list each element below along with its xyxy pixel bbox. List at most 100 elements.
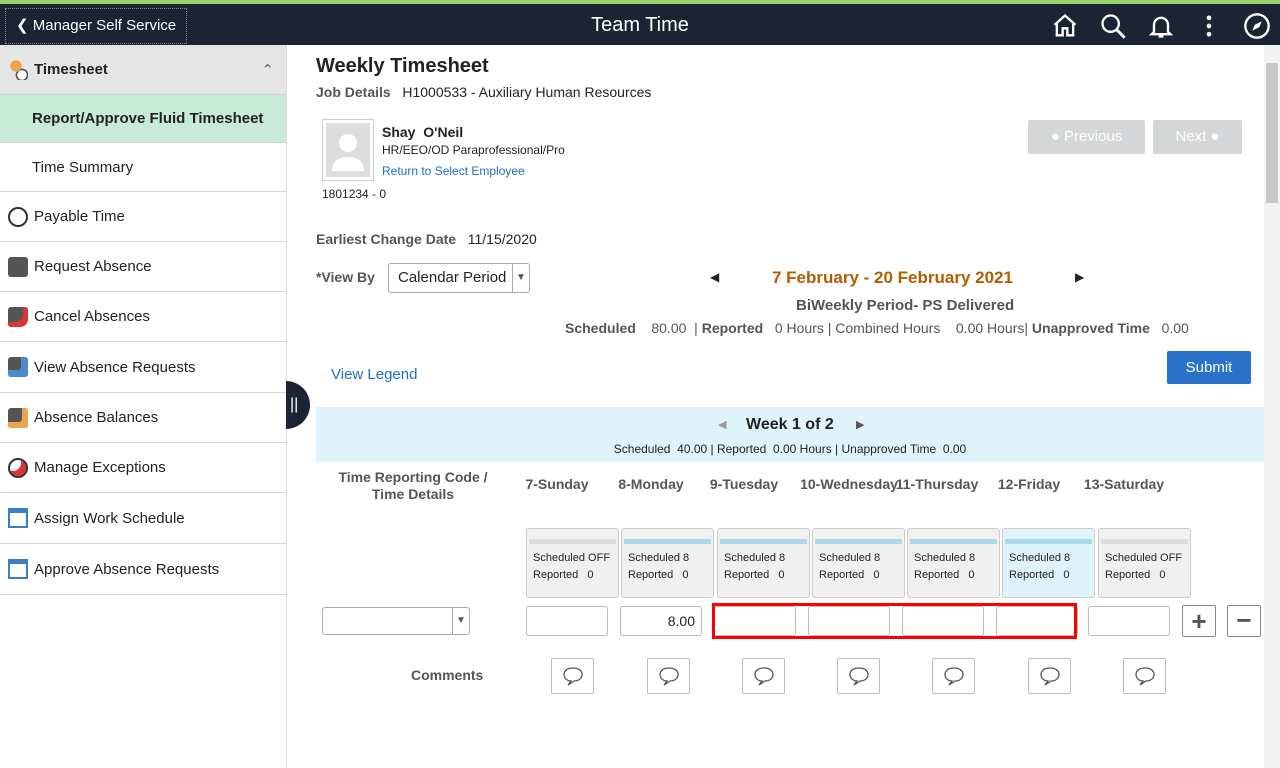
add-row-button[interactable]: + [1182, 605, 1216, 637]
sidebar-item-label: Manage Exceptions [34, 459, 166, 476]
briefcase-cancel-icon [8, 306, 28, 327]
unapproved-value: 0.00 [1161, 320, 1189, 336]
scrollbar[interactable] [1264, 45, 1280, 768]
trc-select[interactable]: ▼ [322, 607, 470, 635]
combined-value: 0.00 Hours [955, 320, 1025, 336]
next-period-arrow[interactable]: ▶ [1075, 270, 1084, 284]
comment-button[interactable] [837, 658, 880, 694]
sidebar-item-approve-absence-requests[interactable]: Approve Absence Requests [0, 544, 286, 595]
chevron-down-icon: ▼ [452, 608, 469, 634]
more-options-icon[interactable] [1195, 12, 1223, 40]
reported-value: 0 Hours | Combined Hours [774, 320, 941, 336]
briefcase-balance-icon [8, 407, 28, 428]
view-legend-link[interactable]: View Legend [331, 366, 417, 383]
next-button[interactable]: Next ● [1153, 120, 1242, 154]
next-week-arrow[interactable]: ▶ [856, 418, 864, 431]
sidebar-section-label: Timesheet [34, 61, 108, 78]
employee-id: 1801234 - 0 [322, 187, 387, 201]
comment-button[interactable] [742, 658, 785, 694]
sidebar-item-cancel-absences[interactable]: Cancel Absences [0, 292, 286, 342]
sidebar-item-absence-balances[interactable]: Absence Balances [0, 393, 286, 443]
day-header: 13-Saturday [1083, 476, 1165, 492]
previous-week-arrow[interactable]: ◀ [718, 418, 726, 431]
sidebar-item-label: Request Absence [34, 258, 152, 275]
scheduled-label: Scheduled [565, 320, 636, 336]
sidebar-item-label: Time Summary [32, 158, 134, 176]
back-button[interactable]: ❮ Manager Self Service [5, 8, 187, 44]
previous-label: Previous [1063, 128, 1123, 145]
bell-icon[interactable] [1147, 12, 1175, 40]
day-hours-input[interactable] [1088, 606, 1170, 636]
sidebar-item-manage-exceptions[interactable]: Manage Exceptions [0, 443, 286, 493]
previous-period-arrow[interactable]: ◀ [710, 270, 719, 284]
timesheet-icon [8, 59, 28, 80]
submit-button[interactable]: Submit [1167, 351, 1251, 384]
navbar-compass-icon[interactable] [1243, 12, 1271, 40]
sidebar-item-time-summary[interactable]: Time Summary [0, 143, 286, 192]
day-summary-card[interactable]: Scheduled 8 Reported 0 [812, 528, 905, 598]
search-icon[interactable] [1099, 12, 1127, 40]
speech-bubble-icon [1134, 667, 1155, 686]
comment-button[interactable] [1028, 658, 1071, 694]
day-summary-card[interactable]: Scheduled 8 Reported 0 [717, 528, 810, 598]
comment-button[interactable] [1123, 658, 1166, 694]
speech-bubble-icon [658, 667, 679, 686]
remove-row-button[interactable]: − [1227, 605, 1261, 637]
day-scheduled: Scheduled 8 [724, 552, 786, 564]
scrollbar-thumb[interactable] [1266, 63, 1278, 203]
sidebar-item-label: Report/Approve Fluid Timesheet [32, 110, 264, 127]
day-header: 9-Tuesday [709, 476, 779, 492]
job-details-label: Job Details [316, 84, 391, 100]
speech-bubble-icon [848, 667, 869, 686]
home-icon[interactable] [1051, 12, 1079, 40]
schedule-bar [624, 539, 711, 544]
sidebar-item-label: Assign Work Schedule [34, 509, 185, 527]
chevron-up-icon[interactable]: ⌃ [261, 61, 274, 79]
return-to-select-employee-link[interactable]: Return to Select Employee [382, 164, 525, 178]
day-header: 12-Friday [997, 476, 1061, 492]
employee-title: HR/EEO/OD Paraprofessional/Pro [382, 143, 565, 157]
sidebar-item-request-absence[interactable]: Request Absence [0, 242, 286, 292]
schedule-bar [529, 539, 616, 544]
view-by-select[interactable]: Calendar Period ▼ [388, 263, 530, 293]
comment-button[interactable] [932, 658, 975, 694]
sidebar-section-timesheet[interactable]: Timesheet ⌃ [0, 45, 286, 95]
day-summary-card[interactable]: Scheduled 8 Reported 0 [907, 528, 1000, 598]
day-hours-input[interactable]: 8.00 [620, 606, 702, 636]
period-summary: Scheduled 80.00 | Reported 0 Hours | Com… [565, 320, 1189, 336]
day-scheduled: Scheduled OFF [533, 552, 611, 564]
person-icon: ● [1210, 128, 1220, 145]
day-summary-card[interactable]: Scheduled OFF Reported 0 [1098, 528, 1191, 598]
highlight-box [712, 603, 1077, 639]
sidebar-collapse-handle[interactable]: || [286, 381, 310, 429]
schedule-icon [8, 559, 28, 579]
clock-alert-icon [8, 457, 28, 478]
schedule-bar [1101, 539, 1188, 544]
day-summary-card[interactable]: Scheduled 8 Reported 0 [1002, 528, 1095, 598]
period-type: BiWeekly Period- PS Delivered [796, 297, 1015, 314]
sidebar-item-assign-work-schedule[interactable]: Assign Work Schedule [0, 493, 286, 544]
chevron-left-icon: ❮ [16, 17, 33, 34]
day-reported: Reported 0 [819, 569, 880, 581]
schedule-bar [815, 539, 902, 544]
sidebar-item-report-approve[interactable]: Report/Approve Fluid Timesheet [0, 95, 286, 143]
day-summary-card[interactable]: Scheduled 8 Reported 0 [621, 528, 714, 598]
sidebar-item-label: Cancel Absences [34, 308, 150, 325]
briefcase-icon [8, 256, 28, 277]
comment-button[interactable] [647, 658, 690, 694]
top-bar: Team Time ❮ Manager Self Service [0, 0, 1280, 45]
unapproved-label: Unapproved Time [1031, 320, 1150, 336]
speech-bubble-icon [562, 667, 583, 686]
schedule-bar [720, 539, 807, 544]
previous-button[interactable]: ● Previous [1028, 120, 1145, 154]
day-scheduled: Scheduled 8 [628, 552, 690, 564]
sidebar: Timesheet ⌃ Report/Approve Fluid Timeshe… [0, 45, 287, 768]
comment-button[interactable] [551, 658, 594, 694]
speech-bubble-icon [943, 667, 964, 686]
sidebar-item-view-absence-requests[interactable]: View Absence Requests [0, 342, 286, 393]
day-summary-card[interactable]: Scheduled OFF Reported 0 [526, 528, 619, 598]
payable-time-icon [8, 206, 28, 227]
sidebar-item-payable-time[interactable]: Payable Time [0, 192, 286, 242]
day-reported: Reported 0 [1105, 569, 1166, 581]
day-hours-input[interactable] [526, 606, 608, 636]
